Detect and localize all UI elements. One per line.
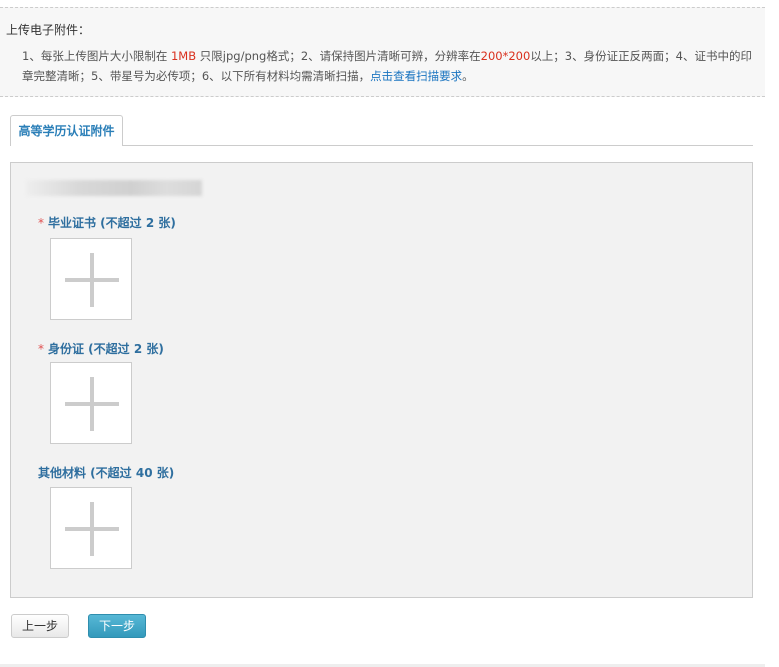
label-text: 其他材料 (不超过 40 张) bbox=[38, 466, 175, 480]
other-materials-label: 其他材料 (不超过 40 张) bbox=[38, 464, 174, 481]
prev-step-button[interactable]: 上一步 bbox=[11, 614, 69, 638]
notice-body: 1、每张上传图片大小限制在 1MB 只限jpg/png格式；2、请保持图片清晰可… bbox=[22, 46, 757, 86]
upload-notice: 上传电子附件： 1、每张上传图片大小限制在 1MB 只限jpg/png格式；2、… bbox=[0, 7, 765, 97]
diploma-label: * 毕业证书 (不超过 2 张) bbox=[38, 214, 176, 231]
other-materials-upload-button[interactable] bbox=[50, 487, 132, 569]
id-card-upload-button[interactable] bbox=[50, 362, 132, 444]
resolution: 200*200 bbox=[480, 49, 531, 63]
attachments-panel: * 毕业证书 (不超过 2 张) * 身份证 (不超过 2 张) 其他材料 (不超过… bbox=[10, 162, 753, 598]
label-text: 身份证 (不超过 2 张) bbox=[48, 342, 164, 356]
next-step-button[interactable]: 下一步 bbox=[88, 614, 146, 638]
tab-education-attachments[interactable]: 高等学历认证附件 bbox=[10, 115, 123, 146]
notice-text: 只限jpg/png格式；2、请保持图片清晰可辨，分辨率在 bbox=[196, 49, 481, 63]
diploma-upload-button[interactable] bbox=[50, 238, 132, 320]
notice-title: 上传电子附件： bbox=[6, 23, 91, 37]
blurred-text bbox=[26, 180, 202, 196]
required-star: * bbox=[38, 342, 44, 356]
required-star: * bbox=[38, 216, 44, 230]
id-card-label: * 身份证 (不超过 2 张) bbox=[38, 340, 164, 357]
scan-requirements-link[interactable]: 点击查看扫描要求 bbox=[370, 69, 462, 83]
notice-text: 。 bbox=[462, 69, 474, 83]
notice-text: 1、每张上传图片大小限制在 bbox=[22, 49, 171, 63]
label-text: 毕业证书 (不超过 2 张) bbox=[48, 216, 176, 230]
size-limit: 1MB bbox=[170, 49, 197, 63]
